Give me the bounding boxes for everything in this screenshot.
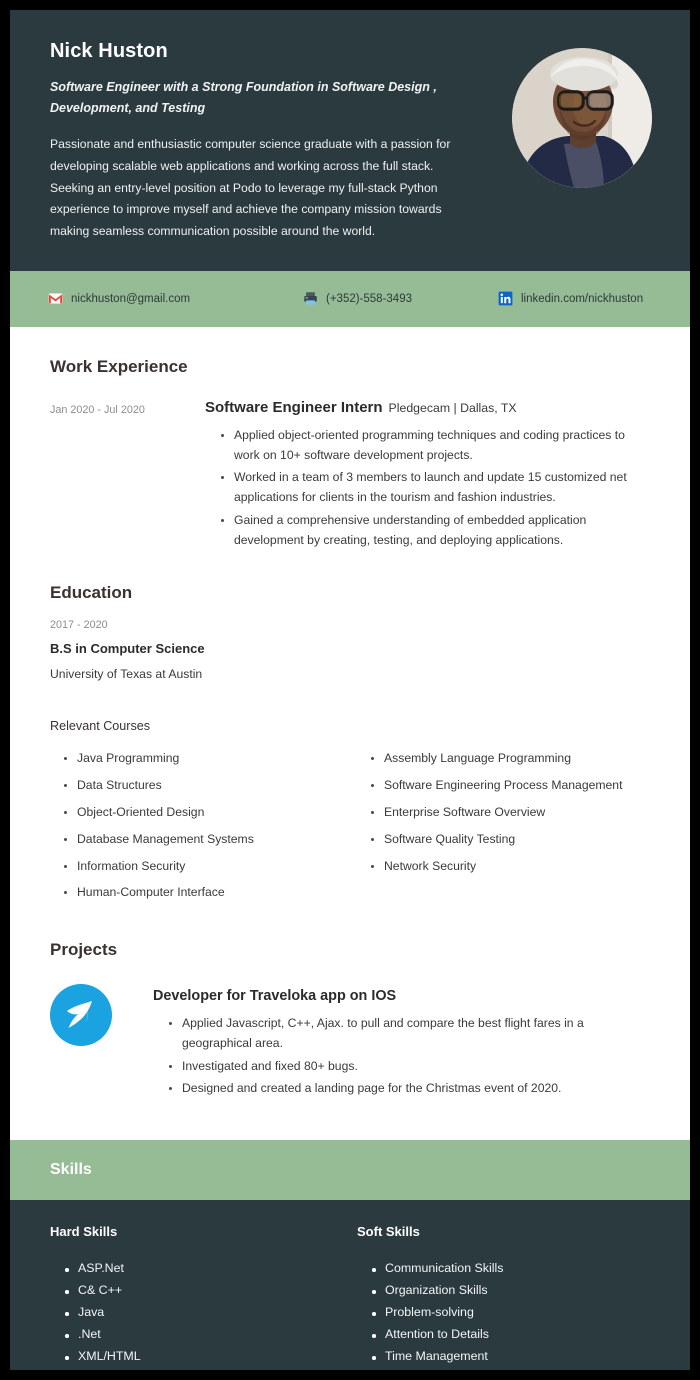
list-item: ASP.Net (65, 1261, 357, 1275)
list-item: Investigated and fixed 80+ bugs. (169, 1057, 650, 1077)
list-item: Problem-solving (372, 1305, 650, 1319)
fax-icon (304, 292, 317, 306)
contact-email-text: nickhuston@gmail.com (71, 292, 191, 305)
relevant-courses-title: Relevant Courses (50, 719, 151, 734)
page-title: Nick Huston (50, 40, 168, 62)
body-bottom-spacer (50, 1102, 650, 1140)
list-item: Worked in a team of 3 members to launch … (221, 468, 650, 508)
section-title-work-experience: Work Experience (50, 356, 188, 376)
list-item: Applied object-oriented programming tech… (221, 426, 650, 466)
list-item: Object-Oriented Design (64, 803, 357, 823)
contact-phone-text: (+352)-558-3493 (326, 292, 412, 305)
traveloka-bird-icon (67, 1001, 92, 1029)
section-title-skills: Skills (50, 1161, 92, 1179)
list-item: Network Security (371, 857, 650, 877)
list-item: .Net (65, 1327, 357, 1341)
project-bullets: Applied Javascript, C++, Ajax. to pull a… (153, 1014, 650, 1099)
list-item: Designed and created a landing page for … (169, 1079, 650, 1099)
education-date: 2017 - 2020 (50, 619, 108, 632)
list-item: Time Management (372, 1349, 650, 1363)
relevant-courses-columns: Java Programming Data Structures Object-… (50, 749, 650, 910)
hard-skills-list: ASP.Net C& C++ Java .Net XML/HTML JavaSc… (50, 1261, 357, 1370)
education-degree: B.S in Computer Science (50, 641, 205, 657)
gmail-icon (48, 293, 63, 305)
contact-bar: nickhuston@gmail.com (+352)-558-3493 lin… (10, 270, 690, 327)
work-experience-entry: Jan 2020 - Jul 2020 Software Engineer In… (50, 399, 650, 554)
list-item: XML/HTML (65, 1349, 357, 1363)
list-item: Organization Skills (372, 1283, 650, 1297)
work-entry-date: Jan 2020 - Jul 2020 (50, 403, 145, 416)
list-item: Human-Computer Interface (64, 883, 357, 903)
skills-columns: Hard Skills ASP.Net C& C++ Java .Net XML… (50, 1224, 650, 1370)
section-title-education: Education (50, 583, 133, 603)
list-item: Communication Skills (372, 1261, 650, 1275)
hard-skills-heading: Hard Skills (50, 1224, 118, 1240)
list-item: Enterprise Software Overview (371, 803, 650, 823)
resume-header: Nick Huston Software Engineer with a Str… (10, 10, 690, 271)
header-text-block: Nick Huston Software Engineer with a Str… (50, 40, 500, 243)
list-item: Assembly Language Programming (371, 749, 650, 769)
soft-skills-list: Communication Skills Organization Skills… (357, 1261, 650, 1370)
list-item: Gained a comprehensive understanding of … (221, 511, 650, 551)
list-item: C& C++ (65, 1283, 357, 1297)
project-entry: Developer for Traveloka app on IOS Appli… (50, 982, 650, 1102)
list-item: Java (65, 1305, 357, 1319)
skills-section: Hard Skills ASP.Net C& C++ Java .Net XML… (10, 1200, 690, 1370)
contact-phone[interactable]: (+352)-558-3493 (303, 291, 498, 306)
relevant-courses-right-list: Assembly Language Programming Software E… (357, 749, 650, 876)
list-item: Database Management Systems (64, 830, 357, 850)
work-entry-bullets: Applied object-oriented programming tech… (205, 426, 650, 551)
soft-skills-column: Soft Skills Communication Skills Organiz… (357, 1224, 650, 1370)
education-school: University of Texas at Austin (50, 667, 203, 682)
relevant-courses-left-column: Java Programming Data Structures Object-… (50, 749, 357, 910)
contact-email[interactable]: nickhuston@gmail.com (48, 291, 303, 306)
list-item: Applied Javascript, C++, Ajax. to pull a… (169, 1014, 650, 1054)
list-item: Java Programming (64, 749, 357, 769)
work-entry-main: Software Engineer Intern Pledgecam | Dall… (205, 399, 650, 554)
hard-skills-column: Hard Skills ASP.Net C& C++ Java .Net XML… (50, 1224, 357, 1370)
work-entry-company: Pledgecam | Dallas, TX (388, 400, 517, 415)
relevant-courses-left-list: Java Programming Data Structures Object-… (50, 749, 357, 903)
list-item: Software Quality Testing (371, 830, 650, 850)
resume-body: Work Experience Jan 2020 - Jul 2020 Soft… (10, 326, 690, 1141)
header-tagline: Software Engineer with a Strong Foundati… (50, 80, 437, 115)
linkedin-icon (498, 291, 513, 306)
skills-banner: Skills (10, 1140, 690, 1201)
section-title-projects: Projects (50, 940, 118, 960)
work-entry-heading: Software Engineer Intern Pledgecam | Dall… (205, 399, 650, 417)
list-item: Information Security (64, 857, 357, 877)
avatar (512, 48, 652, 188)
list-item: Data Structures (64, 776, 357, 796)
work-entry-role: Software Engineer Intern (205, 398, 383, 416)
project-name: Developer for Traveloka app on IOS (153, 988, 397, 1005)
project-logo (50, 984, 112, 1047)
contact-linkedin-text: linkedin.com/nickhuston (521, 292, 644, 305)
list-item: Attention to Details (372, 1327, 650, 1341)
project-main: Developer for Traveloka app on IOS Appli… (153, 982, 650, 1102)
relevant-courses-right-column: Assembly Language Programming Software E… (357, 749, 650, 910)
header-summary: Passionate and enthusiastic computer sci… (50, 137, 451, 239)
list-item: Software Engineering Process Management (371, 776, 650, 796)
soft-skills-heading: Soft Skills (357, 1224, 420, 1240)
resume-page: Nick Huston Software Engineer with a Str… (10, 10, 690, 1370)
project-logo-wrap (50, 982, 153, 1047)
contact-linkedin[interactable]: linkedin.com/nickhuston (498, 291, 643, 306)
avatar-photo-icon (512, 48, 652, 188)
